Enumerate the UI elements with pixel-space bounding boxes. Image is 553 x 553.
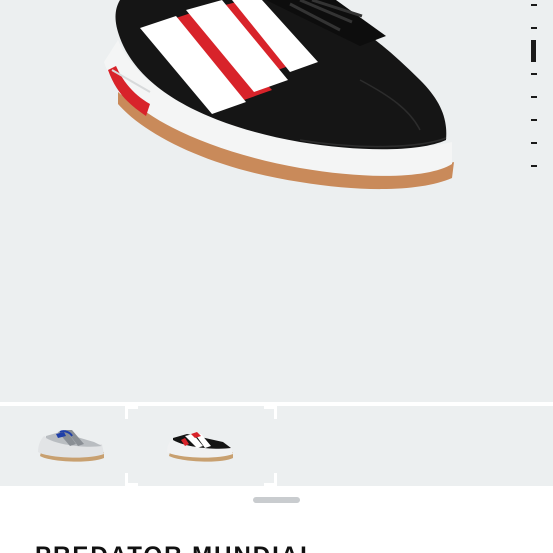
product-hero-image[interactable] [0,0,553,402]
selected-frame-corner [125,406,138,419]
product-title: PREDATOR MUNDIAL [35,542,317,553]
black-white-red-sneaker-thumbnail [167,432,233,462]
black-white-red-sneaker-image [104,0,454,190]
pager-indicator[interactable] [531,73,537,75]
pager-indicator[interactable] [531,119,537,121]
thumbnail-strip[interactable] [0,406,553,486]
selected-frame-corner [125,473,138,486]
selected-frame-corner [264,406,277,419]
image-pager [531,0,539,180]
thumbnail-2[interactable] [125,406,277,486]
product-info-sheet: PREDATOR MUNDIAL [0,486,553,553]
pager-indicator-active[interactable] [531,40,536,62]
drag-handle[interactable] [253,497,300,503]
pager-indicator[interactable] [531,27,537,29]
pager-indicator[interactable] [531,4,537,6]
selected-frame-corner [264,473,277,486]
pager-indicator[interactable] [531,165,537,167]
pager-indicator[interactable] [531,142,537,144]
pager-indicator[interactable] [531,96,537,98]
